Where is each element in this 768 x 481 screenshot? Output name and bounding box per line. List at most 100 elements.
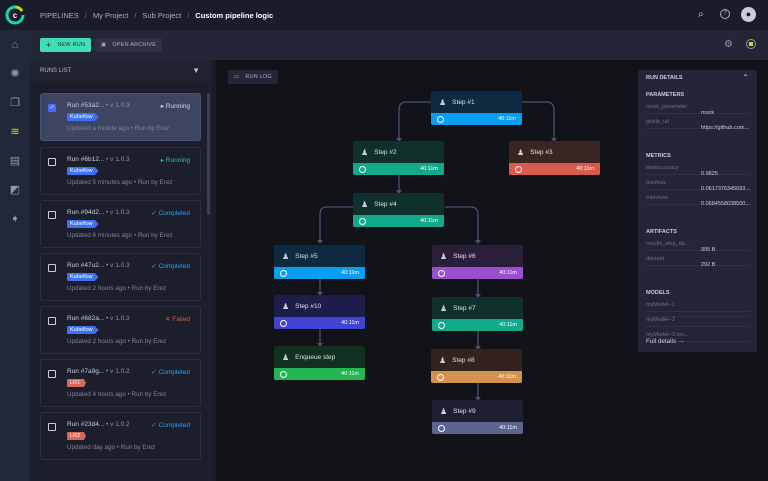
run-card[interactable]: Run #23d4... • v 1.0.2 ✓ Completed LR2 U… xyxy=(40,412,201,460)
full-details-link[interactable]: Full details → xyxy=(646,338,684,345)
run-checkbox[interactable]: ✓ xyxy=(48,104,56,112)
tables-icon[interactable]: ▤ xyxy=(0,150,30,170)
step-label: Step #7 xyxy=(453,304,476,312)
app-logo[interactable]: c xyxy=(0,0,30,30)
run-updated: Updated 5 minutes ago xyxy=(67,179,133,186)
pipeline-step[interactable]: ♟ Step #10 40:11m xyxy=(274,295,365,329)
run-tag: Kubeflow xyxy=(67,220,99,228)
breadcrumb-project[interactable]: My Project xyxy=(93,11,128,20)
step-duration: 40:11m xyxy=(341,270,359,276)
run-version: v 1.0.3 xyxy=(110,156,130,163)
open-archive-button[interactable]: ▣ OPEN ARCHIVE xyxy=(95,38,163,52)
run-card[interactable]: Run #47u2... • v 1.0.3 ✓ Completed Kubef… xyxy=(40,253,201,301)
row-key: test/loss xyxy=(646,180,667,186)
row-value: 292 B xyxy=(701,262,716,268)
pipelines-icon[interactable]: ≋ xyxy=(0,121,30,141)
step-status-icon xyxy=(515,165,522,173)
step-label: Step #4 xyxy=(374,200,397,208)
scrollbar[interactable] xyxy=(207,93,210,215)
breadcrumb-pipelines[interactable]: PIPELINES xyxy=(40,11,79,20)
pipeline-step[interactable]: ♟ Step #8 40:11m xyxy=(431,349,522,383)
run-checkbox[interactable] xyxy=(48,211,56,219)
projects-icon[interactable]: ✺ xyxy=(0,63,30,83)
step-status-icon xyxy=(280,269,287,277)
parameters-row: mock_parametermock xyxy=(646,100,750,116)
edge-1-2 xyxy=(398,101,431,138)
step-type-icon: ♟ xyxy=(517,147,525,157)
divider xyxy=(646,316,750,317)
run-status: ▸ Running xyxy=(161,102,190,110)
pipeline-step[interactable]: ♟ Step #5 40:11m xyxy=(274,245,365,279)
pipeline-step[interactable]: ♟ Enqueue step 40:11m xyxy=(274,346,365,380)
run-status-label: Failed xyxy=(172,316,190,323)
run-by: Run by Erez xyxy=(131,285,167,292)
run-title: Run #94d2... • v 1.0.3 xyxy=(67,209,130,216)
avatar[interactable]: ● xyxy=(741,7,756,22)
new-run-button[interactable]: + NEW RUN xyxy=(40,38,92,52)
pipeline-step[interactable]: ♟ Step #6 40:11m xyxy=(432,245,523,279)
datasets-icon[interactable]: ❐ xyxy=(0,92,30,112)
run-card[interactable]: Run #94d2... • v 1.0.3 ✓ Completed Kubef… xyxy=(40,200,201,248)
step-label: Step #9 xyxy=(453,407,476,415)
deploy-icon[interactable]: ➧ xyxy=(0,208,30,228)
pipeline-step[interactable]: ♟ Step #1 40:11m xyxy=(431,91,522,125)
live-status-icon[interactable] xyxy=(746,39,756,49)
reports-icon[interactable]: ◩ xyxy=(0,179,30,199)
run-tag: Kubeflow xyxy=(67,167,99,175)
pipeline-step[interactable]: ♟ Step #9 40:11m xyxy=(432,400,523,434)
run-by: Run by Erez xyxy=(137,179,173,186)
run-checkbox[interactable] xyxy=(48,264,56,272)
run-checkbox[interactable] xyxy=(48,158,56,166)
run-card[interactable]: Run #682a... • v 1.0.3 ✕ Failed Kubeflow… xyxy=(40,306,201,354)
run-checkbox[interactable] xyxy=(48,370,56,378)
artifacts-row[interactable]: dataset 292 B xyxy=(646,252,750,268)
search-icon[interactable]: ⌕ xyxy=(698,9,704,20)
run-card[interactable]: Run #7a9g... • v 1.0.2 ✓ Completed LR1 U… xyxy=(40,359,201,407)
run-id: Run #7a9g... xyxy=(67,368,105,375)
run-meta: Updated 4 hours ago • Run by Erez xyxy=(67,391,167,398)
run-status: ✕ Failed xyxy=(165,315,190,323)
step-status-bar: 40:11m xyxy=(431,371,522,383)
step-header: ♟ Step #4 xyxy=(353,193,444,215)
help-icon[interactable]: ? xyxy=(720,9,730,19)
edge-4-5 xyxy=(319,206,353,240)
run-by: Run by Erez xyxy=(137,232,173,239)
step-duration: 40:11m xyxy=(498,116,516,122)
row-value: https://github.com... xyxy=(701,125,749,131)
breadcrumb-subproject[interactable]: Sub Project xyxy=(142,11,181,20)
run-meta: Updated 6 minutes ago • Run by Erez xyxy=(67,232,173,239)
run-by: Run by Erez xyxy=(131,338,167,345)
run-card[interactable]: Run #6b12... • v 1.0.3 ▸ Running Kubeflo… xyxy=(40,147,201,195)
run-version: v 1.0.3 xyxy=(110,209,130,216)
pipeline-step[interactable]: ♟ Step #3 40:11m xyxy=(509,141,600,175)
collapse-chevron-icon[interactable]: ⌃ xyxy=(742,73,749,82)
pipeline-step[interactable]: ♟ Step #7 40:11m xyxy=(432,297,523,331)
pipeline-step[interactable]: ♟ Step #2 40:11m xyxy=(353,141,444,175)
step-status-bar: 40:11m xyxy=(509,163,600,175)
run-checkbox[interactable] xyxy=(48,317,56,325)
run-version: v 1.0.3 xyxy=(110,262,130,269)
filter-icon[interactable]: ▼ xyxy=(192,66,200,75)
step-status-bar: 40:11m xyxy=(353,215,444,227)
run-updated: Updated 2 hours ago xyxy=(67,338,126,345)
run-title: Run #47u2... • v 1.0.3 xyxy=(67,262,130,269)
models-row[interactable]: myModel--1 xyxy=(646,298,750,312)
row-key: results_step_da... xyxy=(646,241,690,247)
run-meta: Updated a minute ago • Run by Erez xyxy=(67,125,170,132)
pipeline-step[interactable]: ♟ Step #4 40:11m xyxy=(353,193,444,227)
row-key: pickle_url xyxy=(646,119,670,125)
run-updated: Updated 2 hours ago xyxy=(67,285,126,292)
step-status-bar: 40:11m xyxy=(274,267,365,279)
step-label: Step #8 xyxy=(452,356,475,364)
run-updated: Updated 4 hours ago xyxy=(67,391,126,398)
run-checkbox[interactable] xyxy=(48,423,56,431)
artifacts-row[interactable]: results_step_da...995 B xyxy=(646,237,750,253)
home-icon[interactable]: ⌂ xyxy=(0,35,30,55)
models-section-title: MODELS xyxy=(646,290,670,296)
run-version: v 1.0.3 xyxy=(110,102,130,109)
runs-list-title: RUNS LIST xyxy=(40,68,72,74)
settings-icon[interactable]: ⚙ xyxy=(724,39,733,50)
run-card[interactable]: ✓ Run #53a2... • v 1.0.3 ▸ Running Kubef… xyxy=(40,93,201,141)
run-tag: Kubeflow xyxy=(67,113,99,121)
step-duration: 40:11m xyxy=(341,320,359,326)
